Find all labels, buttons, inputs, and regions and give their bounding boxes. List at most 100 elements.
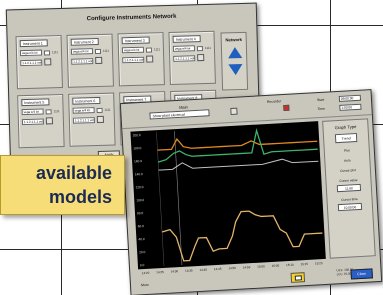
close-button[interactable]: Close: [350, 268, 373, 280]
x-tick-label: 15:10: [285, 262, 294, 268]
instrument-setting-field[interactable]: 1.1.2.1.1.1 volts: [21, 118, 44, 125]
start-label: Start: [316, 97, 325, 103]
instrument-setting-button[interactable]: [96, 115, 104, 124]
instrument-address-field[interactable]: [94, 48, 102, 54]
instrument-setting-field[interactable]: 1.1.2.1.1.1 volts: [122, 56, 145, 63]
instrument-type-field[interactable]: vega e/4 lol: [19, 49, 43, 57]
instrument-address-field[interactable]: [43, 49, 51, 55]
auto-label: Auto: [343, 158, 351, 163]
channel-select-button[interactable]: [230, 107, 238, 116]
instrument-setting-row: 1.1.2.1.1.1 volts: [71, 56, 109, 65]
x-tick-label: 14:40: [199, 267, 208, 272]
instrument-address-field[interactable]: [96, 107, 103, 113]
instrument-setting-button[interactable]: [197, 54, 205, 62]
instrument-setting-row: 1.1.2.1.1.1 volts: [21, 117, 60, 125]
y-tick-label: 0.0: [140, 263, 145, 267]
instrument-address-value: 1111: [53, 109, 60, 114]
series-gray-line: [158, 158, 319, 171]
instrument-name-select[interactable]: Instrument 1: [19, 39, 48, 48]
instrument-type-row: vega e/4 lol 1111: [21, 108, 60, 116]
instrument-panel: Instrument 2 vega e/4 lol 1111 1.1.2.1.1.1 …: [66, 33, 114, 88]
instrument-setting-field[interactable]: 1.1.2.1.1.1 volts: [20, 59, 43, 66]
recorder-indicator[interactable]: [283, 104, 290, 112]
start-field[interactable]: 09:00:00: [338, 94, 362, 102]
recorder-label: Recorder: [266, 99, 282, 104]
instrument-setting-row: 1.1.2.1.1.1 volts: [20, 58, 58, 66]
cursor-time-label: Cursor time: [341, 197, 358, 202]
instrument-setting-field[interactable]: 1.1.2.1.1.1 volts: [173, 54, 196, 62]
y-tick-label: 120.0: [135, 185, 143, 189]
x-tick-label: 15:15: [300, 261, 309, 267]
instrument-type-field[interactable]: vega e/4 lol: [121, 46, 145, 54]
graph-type-button[interactable]: Trend: [334, 132, 358, 144]
instrument-setting-button[interactable]: [95, 56, 103, 65]
instrument-setting-button[interactable]: [44, 58, 52, 66]
instrument-name-select[interactable]: Instrument 6: [72, 96, 101, 105]
instrument-name-select[interactable]: Instrument 4: [172, 35, 201, 43]
print-button[interactable]: [290, 272, 306, 283]
series-orange-line: [157, 137, 318, 151]
more-label[interactable]: More: [141, 283, 149, 287]
network-up-arrow-icon[interactable]: [227, 46, 243, 59]
instrument-type-row: vega e/4 lol 1111: [72, 107, 111, 114]
instrument-address-field[interactable]: [145, 46, 153, 53]
instrument-type-row: vega e/4 lol 1111: [70, 48, 110, 55]
y-tick-label: 60.0: [138, 224, 145, 228]
cursor-value-label: Cursor value: [339, 178, 358, 184]
y-tick-label: 160.0: [134, 159, 142, 163]
instrument-address-field[interactable]: [196, 45, 204, 51]
instrument-panel: Instrument 1 vega e/4 lol 1111 1.1.2.1.1.1 …: [15, 34, 64, 90]
instrument-type-row: vega e/4 lol 1111: [19, 49, 58, 57]
instrument-address-value: 1111: [204, 45, 212, 50]
instrument-setting-row: 1.1.2.1.1.1 volts: [72, 115, 111, 124]
instrument-name-select[interactable]: Instrument 2: [70, 37, 99, 46]
cursor-time-field[interactable]: 10:00:00: [337, 202, 363, 212]
network-panel: Network: [220, 31, 249, 91]
x-tick-label: 14:20: [141, 270, 150, 276]
plot-label: Plot: [343, 148, 350, 153]
instrument-setting-button[interactable]: [45, 117, 53, 125]
instrument-address-field[interactable]: [45, 108, 52, 114]
graph-type-title: Graph Type: [334, 124, 357, 131]
cursor-plot-label: Cursor plot: [340, 168, 356, 173]
instrument-setting-row: 1.1.2.1.1.1 volts: [122, 55, 160, 63]
trend-plot-svg: 200.0 180.0 160.0 140.0 120.0 100.0 80.0 60.0 40…: [133, 128, 323, 267]
y-axis: [156, 132, 165, 266]
instrument-panel: Instrument 5 vega e/4 lol 1111 1.1.2.1.1.1 …: [17, 93, 65, 149]
cursor-value-field[interactable]: 11.80: [336, 183, 362, 193]
y-tick-label: 80.0: [137, 211, 144, 215]
instrument-type-field[interactable]: vega e/4 lol: [72, 107, 95, 114]
instrument-type-field[interactable]: vega e/4 lol: [172, 45, 196, 52]
channel-select[interactable]: Show plant electrical: [149, 109, 210, 120]
instrument-name-select[interactable]: Instrument 3: [121, 36, 150, 45]
instrument-address-value: 1111: [102, 48, 110, 53]
available-models-callout: available models: [0, 155, 125, 215]
y-tick-label: 100.0: [136, 198, 144, 202]
instrument-type-field[interactable]: vega e/4 lol: [70, 48, 94, 55]
instrument-setting-field[interactable]: 1.1.2.1.1.1 volts: [72, 116, 95, 124]
instrument-type-field[interactable]: vega e/4 lol: [21, 108, 44, 116]
callout-line-1: available: [35, 163, 112, 183]
time-field[interactable]: 1:00:00: [339, 103, 362, 111]
instrument-address-value: 1111: [153, 47, 161, 52]
x-tick-label: 14:35: [184, 268, 193, 273]
y-tick-label: 180.0: [133, 146, 141, 150]
instrument-name-select[interactable]: Instrument 5: [21, 98, 50, 107]
graph-type-panel: Graph Type Trend Plot Auto Cursor plot C…: [322, 118, 376, 259]
x-tick-label: 14:50: [228, 265, 237, 271]
x-tick-label: 15:20: [314, 261, 323, 266]
network-down-arrow-icon[interactable]: [228, 63, 243, 76]
x-tick-label: 14:45: [213, 266, 222, 272]
instrument-setting-field[interactable]: 1.1.2.1.1.1 volts: [71, 57, 94, 65]
instrument-type-row: vega e/4 lol 1111: [121, 46, 161, 54]
x-tick-label: 14:25: [156, 269, 164, 275]
main-label: Main: [178, 104, 188, 110]
instrument-setting-button[interactable]: [146, 55, 154, 63]
instrument-type-row: vega e/4 lol 1111: [172, 45, 212, 52]
time-label: Time: [317, 106, 326, 112]
trend-plot[interactable]: 200.0 180.0 160.0 140.0 120.0 100.0 80.0 60.0 40…: [130, 121, 326, 270]
instrument-setting-row: 1.1.2.1.1.1 volts: [173, 54, 211, 62]
instrument-panel: Instrument 3 vega e/4 lol 1111 1.1.2.1.1.1 …: [117, 32, 165, 87]
instrument-panel: Instrument 4 vega e/4 lol 1111 1.1.2.1.1.1 …: [168, 30, 216, 85]
y-tick-label: 40.0: [138, 237, 145, 241]
